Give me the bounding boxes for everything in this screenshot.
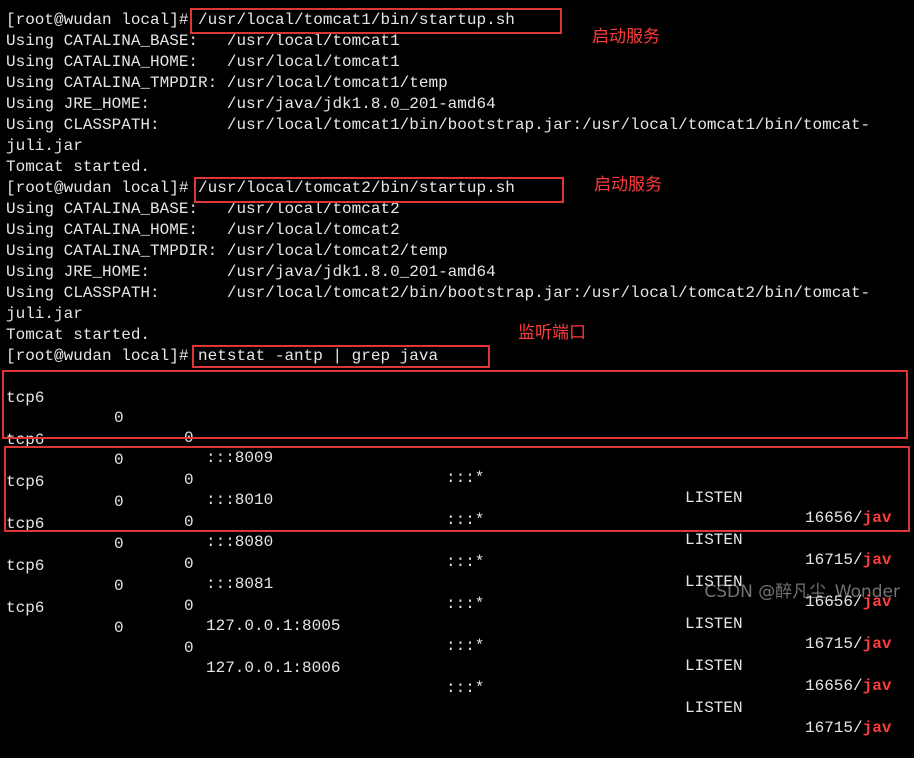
terminal-line: Using CATALINA_BASE: /usr/local/tomcat1 xyxy=(6,32,400,50)
pid-program-cell: 16715/jav xyxy=(805,634,891,654)
command-highlight-box xyxy=(192,345,490,368)
terminal-line: Using CATALINA_TMPDIR: /usr/local/tomcat… xyxy=(6,74,448,92)
terminal-line: Using CATALINA_TMPDIR: /usr/local/tomcat… xyxy=(6,242,448,260)
terminal-line: Tomcat started. xyxy=(6,326,151,344)
pid-program-cell: 16715/jav xyxy=(805,718,891,738)
terminal-line: Using JRE_HOME: /usr/java/jdk1.8.0_201-a… xyxy=(6,263,496,281)
terminal-line: Tomcat started. xyxy=(6,158,151,176)
terminal-window[interactable]: [root@wudan local]# /usr/local/tomcat1/b… xyxy=(0,0,914,737)
foreign-address-cell: :::* xyxy=(446,637,485,655)
proto-cell: tcp6 xyxy=(6,599,45,617)
shell-prompt: [root@wudan local]# xyxy=(6,11,189,29)
state-cell: LISTEN xyxy=(685,615,743,633)
terminal-line: Using CATALINA_HOME: /usr/local/tomcat1 xyxy=(6,53,400,71)
state-cell: LISTEN xyxy=(685,699,743,717)
command-highlight-box xyxy=(190,8,562,34)
send-q-cell: 0 xyxy=(184,639,194,657)
http-ports-highlight-box xyxy=(4,446,910,532)
pid-program-cell: 16656/jav xyxy=(805,676,891,696)
command-highlight-box xyxy=(194,177,564,203)
proto-cell: tcp6 xyxy=(6,557,45,575)
shell-prompt: [root@wudan local]# xyxy=(6,347,189,365)
netstat-row: tcp6 0 0 127.0.0.1:8005 :::* LISTEN 1665… xyxy=(6,536,906,695)
local-address-cell: 127.0.0.1:8005 xyxy=(206,617,341,635)
send-q-cell: 0 xyxy=(184,597,194,615)
terminal-line: Using CLASSPATH: /usr/local/tomcat2/bin/… xyxy=(6,284,871,302)
shell-prompt: [root@wudan local]# xyxy=(6,179,189,197)
watermark: CSDN @醉凡尘_Wonder xyxy=(704,582,900,602)
pid-text: 16715/ xyxy=(805,635,863,653)
program-match: jav xyxy=(862,719,892,737)
program-match: jav xyxy=(862,635,892,653)
send-q-cell: 0 xyxy=(184,555,194,573)
recv-q-cell: 0 xyxy=(114,619,124,637)
program-match: jav xyxy=(862,677,892,695)
terminal-line: Using CLASSPATH: /usr/local/tomcat1/bin/… xyxy=(6,116,871,134)
terminal-line: Using CATALINA_HOME: /usr/local/tomcat2 xyxy=(6,221,400,239)
state-cell: LISTEN xyxy=(685,657,743,675)
start-service-annotation: 启动服务 xyxy=(594,175,662,195)
ajp-ports-highlight-box xyxy=(2,370,908,439)
terminal-line: juli.jar xyxy=(6,305,83,323)
listen-port-annotation: 监听端口 xyxy=(518,323,586,343)
pid-text: 16715/ xyxy=(805,719,863,737)
terminal-line: Using JRE_HOME: /usr/java/jdk1.8.0_201-a… xyxy=(6,95,496,113)
terminal-line: juli.jar xyxy=(6,137,83,155)
pid-text: 16656/ xyxy=(805,677,863,695)
start-service-annotation: 启动服务 xyxy=(592,27,660,47)
local-address-cell: 127.0.0.1:8006 xyxy=(206,659,341,677)
foreign-address-cell: :::* xyxy=(446,679,485,697)
